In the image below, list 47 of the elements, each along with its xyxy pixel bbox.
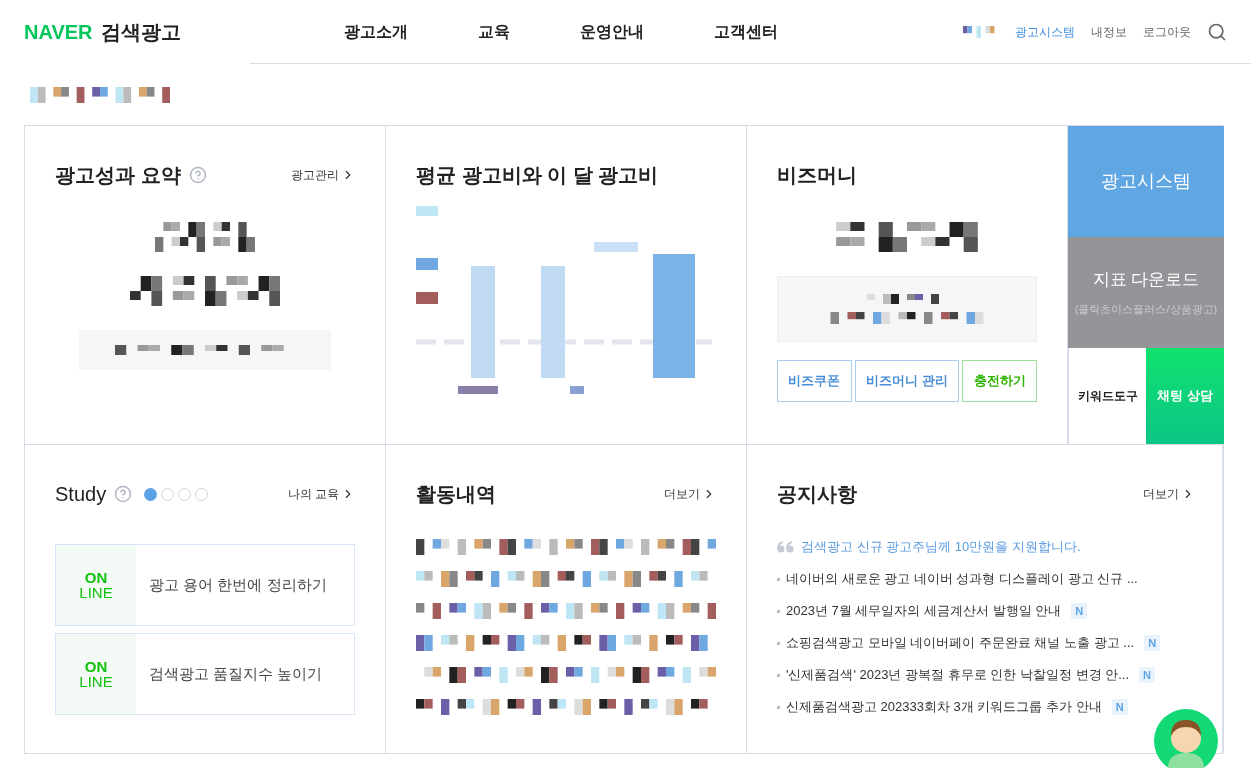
online-badge-bottom: LINE — [79, 674, 113, 689]
online-badge-bottom: LINE — [79, 585, 113, 600]
help-icon[interactable] — [114, 485, 133, 503]
notice-link[interactable]: '신제품검색' 2023년 광복절 휴무로 인한 낙찰일정 변경 안... — [786, 665, 1129, 685]
quote-icon — [777, 541, 795, 553]
bullet-icon — [777, 577, 780, 581]
nav-link[interactable]: 광고소개 — [344, 19, 408, 44]
bullet-icon — [777, 705, 780, 709]
header-link[interactable]: 광고시스템 — [1015, 22, 1075, 41]
header-link[interactable]: 로그아웃 — [1143, 22, 1191, 41]
panel-title: 비즈머니 — [777, 163, 858, 188]
nav-link[interactable]: 운영안내 — [580, 19, 644, 44]
new-badge: N — [1071, 602, 1088, 620]
course-card[interactable]: ON LINE 검색광고 품질지수 높이기 — [55, 633, 355, 715]
course-title: 검색광고 품질지수 높이기 — [149, 663, 323, 684]
bullet-icon — [777, 609, 780, 613]
online-badge-top: ON — [84, 659, 108, 674]
help-icon[interactable] — [188, 166, 207, 184]
service-name: 검색광고 — [100, 19, 181, 45]
more-link[interactable]: 더보기 — [664, 485, 716, 503]
panel-title: Study — [55, 482, 107, 507]
panel-title: 평균 광고비와 이 달 광고비 — [416, 163, 660, 188]
panel-title: 광고성과 요약 — [55, 163, 181, 188]
more-link[interactable]: 광고관리 — [291, 166, 355, 184]
online-badge-top: ON — [84, 570, 108, 585]
notice-link[interactable]: 네이버의 새로운 광고 네이버 성과형 디스플레이 광고 신규 ... — [786, 569, 1138, 589]
course-card[interactable]: ON LINE 광고 용어 한번에 정리하기 — [55, 544, 355, 626]
bullet-icon — [777, 641, 780, 645]
notice-link[interactable]: 쇼핑검색광고 모바일 네이버페이 주문완료 채널 노출 광고 ... — [786, 633, 1135, 653]
new-badge: N — [1144, 634, 1161, 652]
chat-avatar-icon[interactable] — [1153, 708, 1219, 768]
header-link[interactable]: 내정보 — [1091, 22, 1127, 41]
search-icon[interactable] — [1207, 21, 1227, 42]
nav-link[interactable]: 교육 — [478, 19, 510, 44]
nav-link[interactable]: 고객센터 — [714, 19, 778, 44]
bullet-icon — [777, 673, 780, 677]
more-link[interactable]: 나의 교육 — [287, 485, 355, 503]
panel-title: 공지사항 — [777, 482, 857, 507]
naver-logo: NAVER — [24, 19, 93, 45]
notice-link[interactable]: 2023년 7월 세무일자의 세금계산서 발행일 안내 — [786, 601, 1062, 621]
new-badge: N — [1139, 666, 1155, 684]
course-title: 광고 용어 한번에 정리하기 — [149, 574, 327, 595]
pixelated-value-label — [594, 242, 638, 252]
notice-link[interactable]: 신제품검색광고 202333회차 3개 키워드그룹 추가 안내 — [786, 697, 1102, 717]
panel-title: 활동내역 — [416, 482, 496, 507]
new-badge: N — [1111, 698, 1128, 716]
more-link[interactable]: 더보기 — [1143, 485, 1195, 503]
